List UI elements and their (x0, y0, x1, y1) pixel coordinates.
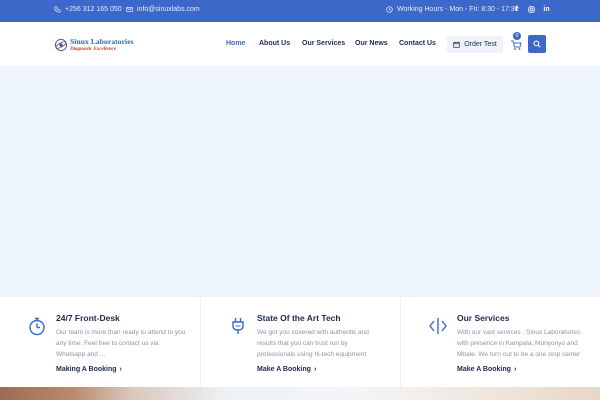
feature-title: Our Services (457, 313, 510, 323)
top-bar-hours: Working Hours - Mon - Fri: 8:30 - 17:30 (386, 6, 519, 13)
feature-link-label: Making A Booking (56, 366, 117, 373)
bottom-section-image (0, 387, 600, 400)
feature-description: We got you covered with authentic and re… (257, 329, 369, 358)
search-button[interactable] (528, 35, 546, 53)
nav-our-news[interactable]: Our News (355, 40, 388, 47)
feature-title: 24/7 Front-Desk (56, 313, 120, 323)
feature-card: 24/7 Front-Desk Our team is more than re… (0, 297, 200, 388)
chevron-right-icon: › (119, 366, 122, 373)
mail-icon (126, 7, 133, 12)
social-links: f in (513, 6, 550, 14)
top-bar-email[interactable]: info@sinuxlabs.com (126, 6, 200, 13)
search-icon (533, 40, 541, 48)
hero-banner (0, 67, 600, 296)
order-test-label: Order Test (464, 41, 497, 48)
feature-card: State Of the Art Tech We got you covered… (200, 297, 400, 388)
calendar-icon (453, 41, 460, 48)
code-brackets-icon (429, 318, 447, 334)
site-logo[interactable]: Sinux Laboratories Diagnostic Excellence (54, 34, 134, 56)
stopwatch-icon (29, 317, 45, 336)
working-hours: Working Hours - Mon - Fri: 8:30 - 17:30 (397, 6, 519, 13)
nav-contact-us[interactable]: Contact Us (399, 40, 436, 47)
facebook-icon[interactable]: f (513, 6, 520, 14)
instagram-icon[interactable] (528, 6, 535, 14)
feature-link[interactable]: Make A Booking › (257, 366, 316, 373)
feature-description: Our team is more than ready to attend to… (56, 329, 186, 358)
nav-our-services[interactable]: Our Services (302, 40, 345, 47)
chevron-right-icon: › (513, 366, 517, 373)
feature-link-label: Make A Booking (457, 366, 511, 373)
plug-icon (232, 318, 244, 334)
features-strip: 24/7 Front-Desk Our team is more than re… (0, 296, 600, 388)
email-address: info@sinuxlabs.com (137, 6, 200, 13)
top-bar-phone[interactable]: +256 312 165 050 (54, 6, 122, 13)
phone-number: +256 312 165 050 (65, 6, 122, 13)
nav-home[interactable]: Home (226, 40, 245, 47)
logo-mark-icon (54, 38, 68, 52)
feature-link-label: Make A Booking (257, 366, 311, 373)
nav-about-us[interactable]: About Us (259, 40, 290, 47)
linkedin-icon[interactable]: in (543, 6, 550, 14)
feature-link[interactable]: Make A Booking › (457, 366, 516, 373)
chevron-right-icon: › (313, 366, 317, 373)
feature-link[interactable]: Making A Booking › (56, 366, 122, 373)
logo-name: Sinux Laboratories (70, 37, 134, 47)
cart-icon[interactable] (510, 39, 522, 51)
feature-description: With our vast services , Sinux Laborator… (457, 329, 581, 358)
feature-card: Our Services With our vast services , Si… (400, 297, 600, 388)
clock-icon (386, 6, 393, 13)
order-test-button[interactable]: Order Test (447, 36, 503, 53)
phone-icon (54, 6, 61, 13)
cart-count-badge: 0 (513, 32, 521, 40)
logo-tagline: Diagnostic Excellence (70, 46, 116, 52)
site-header: Sinux Laboratories Diagnostic Excellence… (0, 22, 600, 67)
top-bar: +256 312 165 050 info@sinuxlabs.com Work… (0, 0, 600, 22)
feature-title: State Of the Art Tech (257, 313, 341, 323)
